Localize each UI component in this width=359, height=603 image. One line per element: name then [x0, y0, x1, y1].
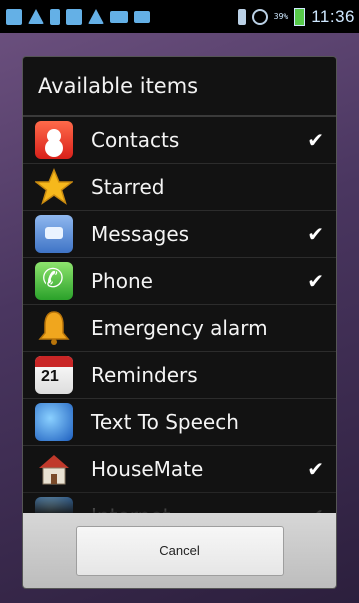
- bluetooth-icon: [237, 8, 246, 25]
- check-icon: ✔: [307, 457, 324, 481]
- clock: 11:36: [311, 6, 355, 26]
- check-icon: ✔: [307, 504, 324, 513]
- item-label: HouseMate: [91, 457, 204, 481]
- message-icon: [134, 10, 150, 23]
- usb-icon: [50, 8, 60, 25]
- check-icon: ✔: [307, 222, 324, 246]
- list-item-housemate[interactable]: HouseMate ✔: [23, 446, 336, 493]
- list-item-messages[interactable]: Messages ✔: [23, 211, 336, 258]
- bell-icon: [35, 309, 73, 347]
- item-label: Emergency alarm: [91, 316, 268, 340]
- item-label: Phone: [91, 269, 153, 293]
- check-icon: ✔: [307, 269, 324, 293]
- dialog-title: Available items: [38, 74, 199, 98]
- item-label: Messages: [91, 222, 190, 246]
- list-item-emergency-alarm[interactable]: Emergency alarm: [23, 305, 336, 352]
- item-label: Reminders: [91, 363, 198, 387]
- items-list[interactable]: Contacts ✔ Starred Messages ✔ Phone ✔ Em…: [23, 117, 336, 513]
- item-label: Contacts: [91, 128, 180, 152]
- list-item-contacts[interactable]: Contacts ✔: [23, 117, 336, 164]
- globe-icon: [35, 497, 73, 513]
- warning-icon: [88, 9, 104, 24]
- item-label: Text To Speech: [91, 410, 239, 434]
- no-signal-icon: [251, 8, 268, 25]
- list-item-phone[interactable]: Phone ✔: [23, 258, 336, 305]
- star-icon: [33, 168, 75, 206]
- list-item-text-to-speech[interactable]: Text To Speech: [23, 399, 336, 446]
- list-item-starred[interactable]: Starred: [23, 164, 336, 211]
- contacts-icon: [35, 121, 73, 159]
- item-label: Internet: [91, 504, 170, 513]
- house-icon: [35, 450, 73, 488]
- status-bar: 39% 11:36: [0, 0, 359, 33]
- calendar-icon: [35, 356, 73, 394]
- battery-percent: 39%: [273, 12, 289, 21]
- sim-icon: [66, 8, 82, 25]
- messages-icon: [35, 215, 73, 253]
- check-icon: ✔: [307, 128, 324, 152]
- mail-icon: [110, 10, 128, 23]
- warning-icon: [28, 9, 44, 24]
- available-items-dialog: Available items Contacts ✔ Starred Messa…: [23, 57, 336, 588]
- button-bar: Cancel: [23, 513, 336, 588]
- cancel-button[interactable]: Cancel: [75, 525, 284, 576]
- phone-icon: [35, 262, 73, 300]
- battery-icon: [294, 7, 306, 26]
- speech-icon: [35, 403, 73, 441]
- list-item-internet[interactable]: Internet ✔: [23, 493, 336, 513]
- list-item-reminders[interactable]: Reminders: [23, 352, 336, 399]
- notification-icon: [6, 8, 22, 25]
- item-label: Starred: [91, 175, 165, 199]
